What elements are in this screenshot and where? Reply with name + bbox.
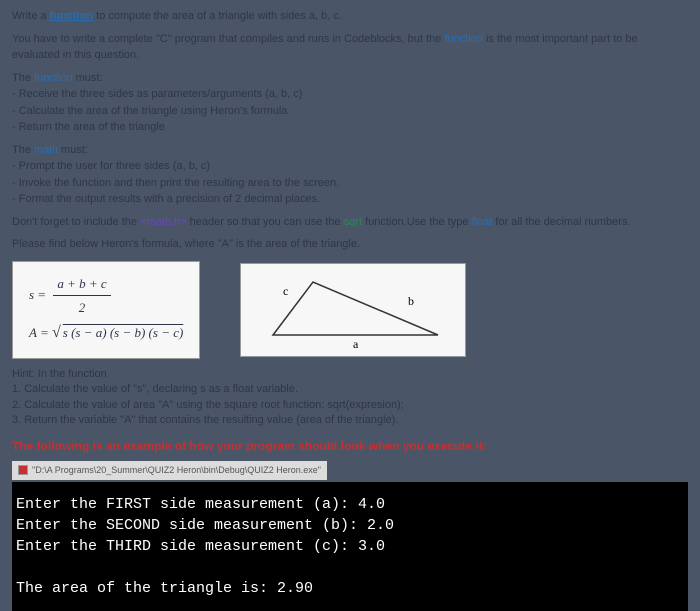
math-include-line: Don't forget to include the <math.h> hea… — [12, 214, 688, 231]
text: The — [12, 144, 34, 156]
terminal-path-text: "D:\A Programs\20_Summer\QUIZ2 Heron\bin… — [32, 465, 321, 475]
text: header so that you can use the — [187, 216, 344, 228]
hint-item: 3. Return the variable "A" that contains… — [12, 413, 688, 428]
text: Don't forget to include the — [12, 216, 140, 228]
heron-formula: s = a + b + c2 A = √s (s − a) (s − b) (s… — [12, 261, 200, 360]
example-header: The following is an example of how your … — [12, 437, 688, 455]
hint-head: Hint: In the function — [12, 367, 688, 382]
denominator: 2 — [53, 296, 110, 319]
function-list: Receive the three sides as parameters/ar… — [12, 86, 688, 136]
hint-item: 1. Calculate the value of "s", declaring… — [12, 382, 688, 397]
main-keyword: main — [34, 144, 58, 156]
triangle-svg: a b c — [253, 270, 453, 350]
side-c-label: c — [283, 284, 288, 298]
text: A = — [29, 325, 52, 340]
terminal-line: Enter the THIRD side measurement (c): 3.… — [16, 538, 385, 555]
main-section-head: The main must: — [12, 142, 688, 159]
list-item: Prompt the user for three sides (a, b, c… — [12, 158, 688, 175]
compile-line: You have to write a complete "C" program… — [12, 31, 688, 64]
sqrt-keyword: sqrt — [344, 216, 362, 228]
text: must: — [58, 144, 88, 156]
list-item: Return the area of the triangle — [12, 119, 688, 136]
terminal-line: Enter the FIRST side measurement (a): 4.… — [16, 496, 385, 513]
text: must: — [73, 72, 103, 84]
heron-intro: Please find below Heron's formula, where… — [12, 236, 688, 253]
main-list: Prompt the user for three sides (a, b, c… — [12, 158, 688, 208]
text: Write a — [12, 10, 50, 22]
text: s = — [29, 286, 49, 301]
hint-item: 2. Calculate the value of area "A" using… — [12, 398, 688, 413]
math-header-keyword: <math.h> — [140, 216, 186, 228]
sqrt-icon: √ — [52, 324, 61, 341]
text: Please find below Heron's formula, where — [12, 238, 218, 250]
text: to compute the area of a triangle with s… — [93, 10, 342, 22]
document-body: Write a function to compute the area of … — [12, 8, 688, 611]
app-icon — [18, 465, 28, 475]
list-item: Format the output results with a precisi… — [12, 191, 688, 208]
triangle-diagram: a b c — [240, 263, 466, 357]
text: function.Use the type — [362, 216, 471, 228]
fraction: a + b + c2 — [53, 272, 110, 320]
A-formula: A = √s (s − a) (s − b) (s − c) — [29, 319, 183, 348]
float-keyword: float — [472, 216, 493, 228]
text: The — [12, 72, 34, 84]
function-keyword: function — [444, 33, 483, 45]
intro-line: Write a function to compute the area of … — [12, 8, 688, 25]
terminal-titlebar: "D:\A Programs\20_Summer\QUIZ2 Heron\bin… — [12, 461, 688, 481]
side-a-label: a — [353, 337, 359, 350]
terminal-line: Enter the SECOND side measurement (b): 2… — [16, 517, 394, 534]
numerator: a + b + c — [53, 272, 110, 296]
list-item: Invoke the function and then print the r… — [12, 175, 688, 192]
function-section-head: The function must: — [12, 70, 688, 87]
formula-and-triangle: s = a + b + c2 A = √s (s − a) (s − b) (s… — [12, 261, 688, 360]
text: is the area of the triangle. — [233, 238, 360, 250]
list-item: Receive the three sides as parameters/ar… — [12, 86, 688, 103]
radicand: s (s − a) (s − b) (s − c) — [61, 325, 184, 340]
s-formula: s = a + b + c2 — [29, 272, 183, 320]
side-b-label: b — [408, 294, 414, 308]
function-keyword: function — [50, 10, 93, 22]
list-item: Calculate the area of the triangle using… — [12, 103, 688, 120]
text: You have to write a complete "C" program… — [12, 33, 444, 45]
terminal-output: Enter the FIRST side measurement (a): 4.… — [12, 482, 688, 611]
A-keyword: "A" — [218, 238, 233, 250]
terminal-line: The area of the triangle is: 2.90 — [16, 580, 313, 597]
text: for all the decimal numbers. — [492, 216, 630, 228]
function-keyword: function — [34, 72, 73, 84]
hint-block: Hint: In the function 1. Calculate the v… — [12, 367, 688, 429]
